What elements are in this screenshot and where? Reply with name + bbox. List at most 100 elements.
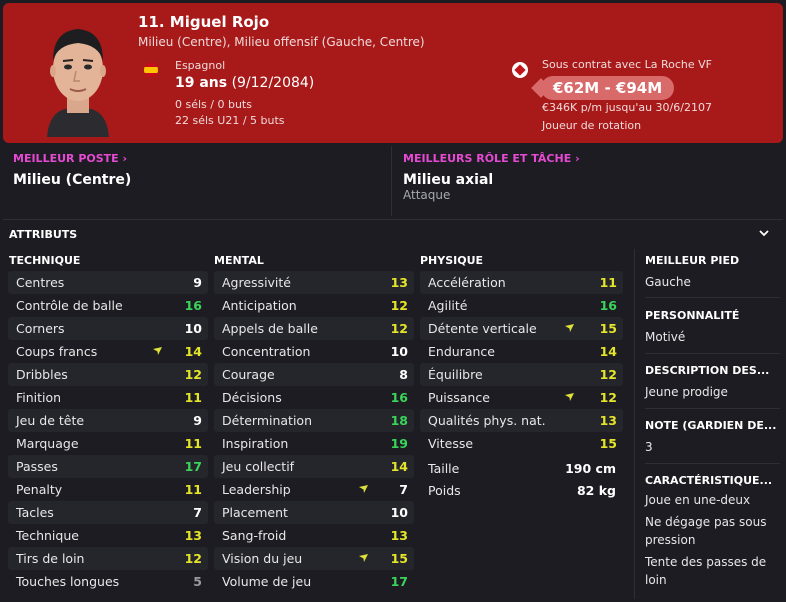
attribute-row[interactable]: Passes 17 — [8, 455, 208, 478]
attribute-label: Décisions — [222, 390, 282, 405]
mental-header: MENTAL — [214, 254, 264, 267]
spain-flag-icon — [144, 63, 158, 77]
player-nationality[interactable]: Espagnol — [175, 59, 225, 72]
attribute-label: Détente verticale — [428, 321, 537, 336]
attribute-value: 12 — [390, 298, 408, 313]
attribute-row[interactable]: Décisions 16 — [214, 386, 414, 409]
attribute-label: Penalty — [16, 482, 63, 497]
wage-info: €346K p/m jusqu'au 30/6/2107 — [542, 101, 712, 114]
attribute-row[interactable]: Détente verticale 15 — [420, 317, 623, 340]
attribute-row[interactable]: Dribbles 12 — [8, 363, 208, 386]
attribute-label: Touches longues — [16, 574, 120, 589]
attribute-row[interactable]: Anticipation 12 — [214, 294, 414, 317]
transfer-value: €62M - €94M — [541, 76, 675, 100]
attribute-row[interactable]: Marquage 11 — [8, 432, 208, 455]
attribute-row[interactable]: Contrôle de balle 16 — [8, 294, 208, 317]
attribute-label: Vitesse — [428, 436, 474, 451]
personality: PERSONNALITÉ Motivé — [645, 309, 780, 346]
trait-3: Tente des passes de loin — [645, 555, 767, 587]
attribute-row[interactable]: Tirs de loin 12 — [8, 547, 208, 570]
attribute-row[interactable]: Placement 10 — [214, 501, 414, 524]
attribute-row[interactable]: Volume de jeu 17 — [214, 570, 414, 593]
height-value: 190 cm — [565, 461, 616, 476]
attribute-label: Tacles — [16, 505, 54, 520]
attribute-row[interactable]: Vision du jeu 15 — [214, 547, 414, 570]
best-role-label[interactable]: MEILLEURS RÔLE ET TÂCHE › — [403, 152, 580, 165]
attribute-value: 15 — [599, 436, 617, 451]
attribute-label: Endurance — [428, 344, 495, 359]
trait-1: Joue en une-deux — [645, 493, 751, 507]
attribute-label: Concentration — [222, 344, 311, 359]
squad-status: Joueur de rotation — [542, 119, 642, 132]
club-badge-icon[interactable] — [512, 62, 528, 78]
best-role-duty: Attaque — [403, 188, 451, 202]
attribute-row[interactable]: Équilibre 12 — [420, 363, 623, 386]
attribute-row[interactable]: Finition 11 — [8, 386, 208, 409]
attribute-row[interactable]: Agilité 16 — [420, 294, 623, 317]
physique-header: PHYSIQUE — [420, 254, 484, 267]
media-description-value: Jeune prodige — [645, 385, 728, 399]
attribute-value: 5 — [193, 574, 202, 589]
attribute-label: Leadership — [222, 482, 291, 497]
attribute-row[interactable]: Puissance 12 — [420, 386, 623, 409]
attribute-label: Technique — [16, 528, 79, 543]
height-row: Taille 190 cm — [420, 461, 620, 483]
player-positions: Milieu (Centre), Milieu offensif (Gauche… — [138, 35, 425, 49]
attribute-label: Placement — [222, 505, 288, 520]
attribute-value: 14 — [184, 344, 202, 359]
chevron-right-icon: › — [122, 152, 128, 165]
attribute-row[interactable]: Vitesse 15 — [420, 432, 623, 455]
attribute-value: 13 — [184, 528, 202, 543]
chevron-down-icon[interactable] — [759, 226, 769, 240]
attribute-row[interactable]: Détermination 18 — [214, 409, 414, 432]
player-name: 11. Miguel Rojo — [138, 13, 270, 31]
attribute-row[interactable]: Technique 13 — [8, 524, 208, 547]
attribute-row[interactable]: Penalty 11 — [8, 478, 208, 501]
best-position-label[interactable]: MEILLEUR POSTE › — [13, 152, 127, 165]
player-face-image — [47, 29, 109, 137]
attribute-row[interactable]: Coups francs 14 — [8, 340, 208, 363]
attribute-row[interactable]: Tacles 7 — [8, 501, 208, 524]
attribute-row[interactable]: Endurance 14 — [420, 340, 623, 363]
best-role-value: Milieu axial — [403, 172, 494, 188]
attribute-row[interactable]: Corners 10 — [8, 317, 208, 340]
personality-value: Motivé — [645, 330, 686, 344]
trait-2: Ne dégage pas sous pression — [645, 515, 767, 547]
attribute-row[interactable]: Inspiration 19 — [214, 432, 414, 455]
attribute-value: 15 — [390, 551, 408, 566]
player-header: 11. Miguel Rojo Milieu (Centre), Milieu … — [3, 3, 783, 143]
attribute-value: 9 — [193, 275, 202, 290]
attribute-label: Inspiration — [222, 436, 289, 451]
attribute-label: Appels de balle — [222, 321, 318, 336]
attribute-row[interactable]: Concentration 10 — [214, 340, 414, 363]
goalkeeper-rating-value: 3 — [645, 440, 653, 454]
attribute-row[interactable]: Qualités phys. nat. 13 — [420, 409, 623, 432]
attribute-label: Jeu collectif — [222, 459, 295, 474]
attribute-row[interactable]: Centres 9 — [8, 271, 208, 294]
attribute-row[interactable]: Courage 8 — [214, 363, 414, 386]
attribute-label: Volume de jeu — [222, 574, 312, 589]
attribute-row[interactable]: Agressivité 13 — [214, 271, 414, 294]
best-position-value: Milieu (Centre) — [13, 172, 132, 188]
attribute-value: 10 — [390, 344, 408, 359]
contract-club[interactable]: Sous contrat avec La Roche VF — [542, 58, 712, 71]
attribute-value: 11 — [184, 482, 202, 497]
attribute-row[interactable]: Jeu collectif 14 — [214, 455, 414, 478]
attribute-value: 11 — [599, 275, 617, 290]
best-position-panel[interactable]: MEILLEUR POSTE › Milieu (Centre) — [3, 146, 392, 216]
attribute-row[interactable]: Jeu de tête 9 — [8, 409, 208, 432]
attribute-value: 12 — [599, 390, 617, 405]
attribute-value: 13 — [599, 413, 617, 428]
best-role-panel[interactable]: MEILLEURS RÔLE ET TÂCHE › Milieu axial A… — [393, 146, 783, 216]
weight-value: 82 kg — [576, 483, 616, 498]
preferred-foot-label: MEILLEUR PIED — [645, 254, 740, 267]
attribute-row[interactable]: Appels de balle 12 — [214, 317, 414, 340]
attributes-title: ATTRIBUTS — [9, 228, 78, 241]
attribute-row[interactable]: Sang-froid 13 — [214, 524, 414, 547]
attribute-row[interactable]: Touches longues 5 — [8, 570, 208, 593]
side-separator — [645, 408, 780, 409]
attribute-row[interactable]: Accélération 11 — [420, 271, 623, 294]
attribute-row[interactable]: Leadership 7 — [214, 478, 414, 501]
attribute-label: Qualités phys. nat. — [428, 413, 546, 428]
attribute-label: Agressivité — [222, 275, 292, 290]
